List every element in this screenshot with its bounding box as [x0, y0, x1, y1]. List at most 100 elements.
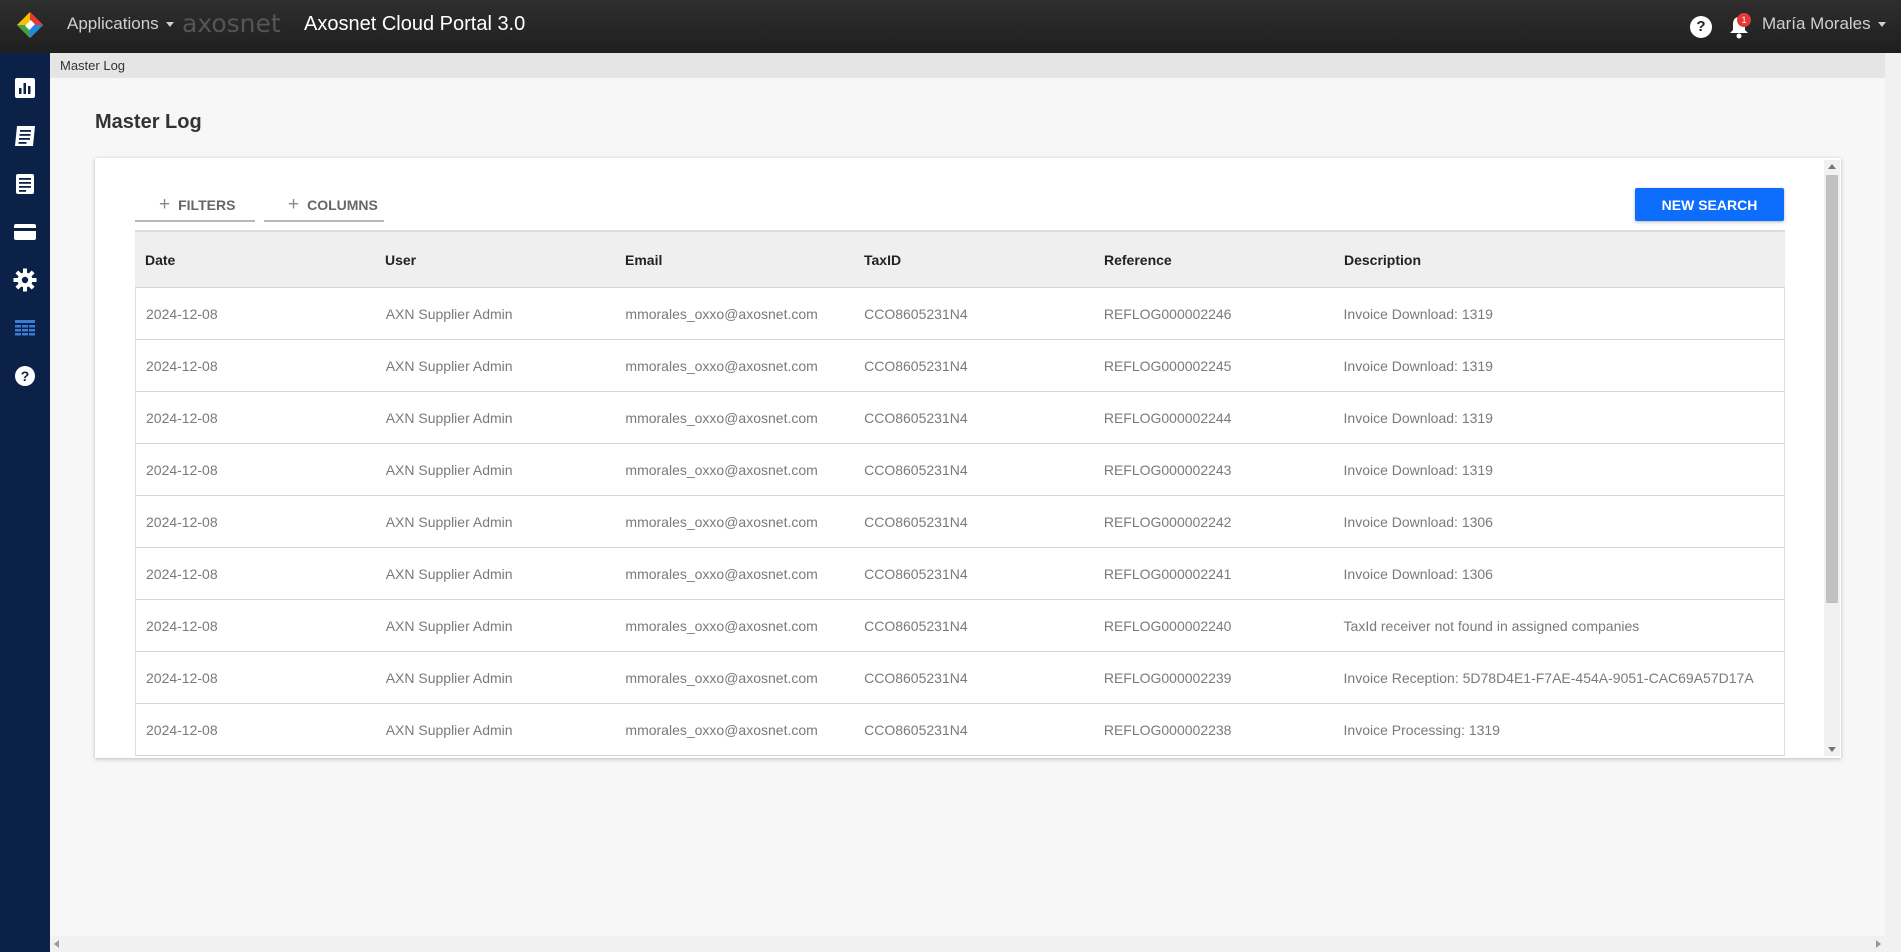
sidebar-item-invoices[interactable]: [12, 123, 38, 149]
sidebar-item-dashboard[interactable]: [12, 75, 38, 101]
table-body: 2024-12-08 AXN Supplier Admin mmorales_oxx…: [135, 288, 1785, 756]
sidebar-item-documents[interactable]: [12, 171, 38, 197]
cell-user: AXN Supplier Admin: [385, 513, 513, 530]
cell-description: Invoice Download: 1306: [1343, 513, 1493, 530]
invoice-list-icon: [15, 126, 35, 146]
column-header-user[interactable]: User: [375, 252, 615, 268]
sidebar-item-help[interactable]: ?: [12, 363, 38, 389]
cell-user: AXN Supplier Admin: [385, 565, 513, 582]
plus-icon: +: [159, 194, 171, 215]
cell-reference: REFLOG000002244: [1103, 409, 1232, 426]
table-row[interactable]: 2024-12-08 AXN Supplier Admin mmorales_oxx…: [135, 392, 1785, 444]
app-logo-icon[interactable]: [16, 11, 44, 39]
filters-toggle[interactable]: + FILTERS: [135, 190, 255, 222]
cell-user: AXN Supplier Admin: [385, 461, 513, 478]
credit-card-icon: [14, 224, 36, 240]
cell-date: 2024-12-08: [146, 565, 218, 582]
document-icon: [16, 174, 34, 194]
cell-email: mmorales_oxxo@axosnet.com: [625, 357, 818, 374]
table-log-icon: [15, 320, 35, 336]
cell-date: 2024-12-08: [146, 357, 218, 374]
cell-date: 2024-12-08: [146, 721, 218, 738]
cell-description: Invoice Download: 1319: [1343, 461, 1493, 478]
cell-date: 2024-12-08: [146, 409, 218, 426]
table-row[interactable]: 2024-12-08 AXN Supplier Admin mmorales_oxx…: [135, 704, 1785, 756]
notification-count-badge: 1: [1737, 13, 1751, 27]
cell-email: mmorales_oxxo@axosnet.com: [625, 409, 818, 426]
cell-user: AXN Supplier Admin: [385, 721, 513, 738]
cell-taxid: CCO8605231N4: [864, 357, 968, 374]
cell-reference: REFLOG000002243: [1103, 461, 1232, 478]
help-icon[interactable]: ?: [1690, 16, 1712, 38]
cell-date: 2024-12-08: [146, 461, 218, 478]
scroll-right-arrow-icon[interactable]: [1876, 940, 1881, 948]
cell-description: Invoice Download: 1319: [1343, 357, 1493, 374]
sidebar-item-master-log[interactable]: [12, 315, 38, 341]
user-menu[interactable]: María Morales: [1762, 14, 1886, 34]
column-header-email[interactable]: Email: [615, 252, 854, 268]
cell-description: TaxId receiver not found in assigned com…: [1343, 617, 1640, 634]
table-row[interactable]: 2024-12-08 AXN Supplier Admin mmorales_oxx…: [135, 548, 1785, 600]
cell-email: mmorales_oxxo@axosnet.com: [625, 669, 818, 686]
cell-description: Invoice Download: 1306: [1343, 565, 1493, 582]
cell-reference: REFLOG000002240: [1103, 617, 1232, 634]
cell-date: 2024-12-08: [146, 513, 218, 530]
cell-taxid: CCO8605231N4: [864, 721, 968, 738]
top-navbar: Applications axosnet Axosnet Cloud Porta…: [0, 0, 1901, 53]
column-header-taxid[interactable]: TaxID: [854, 252, 1094, 268]
scrollbar-thumb[interactable]: [1826, 175, 1838, 603]
columns-toggle[interactable]: + COLUMNS: [264, 190, 384, 222]
cell-user: AXN Supplier Admin: [385, 409, 513, 426]
cell-description: Invoice Reception: 5D78D4E1-F7AE-454A-90…: [1343, 669, 1754, 686]
svg-text:?: ?: [21, 368, 30, 384]
table-row[interactable]: 2024-12-08 AXN Supplier Admin mmorales_oxx…: [135, 600, 1785, 652]
column-header-description[interactable]: Description: [1334, 252, 1785, 268]
table-header: Date User Email TaxID Reference Descript…: [135, 230, 1785, 288]
chevron-down-icon: [165, 21, 174, 27]
breadcrumb-bar: Master Log: [50, 53, 1885, 78]
cell-description: Invoice Processing: 1319: [1343, 721, 1500, 738]
table-scrollbar[interactable]: [1824, 160, 1840, 756]
scroll-up-arrow-icon[interactable]: [1828, 164, 1836, 169]
cell-taxid: CCO8605231N4: [864, 409, 968, 426]
scroll-left-arrow-icon[interactable]: [54, 940, 59, 948]
cell-taxid: CCO8605231N4: [864, 305, 968, 322]
cell-taxid: CCO8605231N4: [864, 565, 968, 582]
scroll-down-arrow-icon[interactable]: [1828, 747, 1836, 752]
bar-chart-icon: [15, 78, 35, 98]
table-row[interactable]: 2024-12-08 AXN Supplier Admin mmorales_oxx…: [135, 288, 1785, 340]
cell-date: 2024-12-08: [146, 617, 218, 634]
master-log-table: Date User Email TaxID Reference Descript…: [135, 230, 1785, 756]
cell-description: Invoice Download: 1319: [1343, 409, 1493, 426]
cell-email: mmorales_oxxo@axosnet.com: [625, 721, 818, 738]
cell-reference: REFLOG000002245: [1103, 357, 1232, 374]
cell-reference: REFLOG000002246: [1103, 305, 1232, 322]
new-search-button[interactable]: NEW SEARCH: [1635, 188, 1784, 221]
page-title: Master Log: [95, 111, 202, 133]
portal-title: Axosnet Cloud Portal 3.0: [304, 13, 526, 35]
column-header-date[interactable]: Date: [135, 252, 375, 268]
cell-user: AXN Supplier Admin: [385, 617, 513, 634]
table-row[interactable]: 2024-12-08 AXN Supplier Admin mmorales_oxx…: [135, 340, 1785, 392]
applications-label: Applications: [67, 14, 159, 33]
sidebar-item-settings[interactable]: [12, 267, 38, 293]
applications-menu[interactable]: Applications: [67, 14, 174, 34]
page-horizontal-scrollbar[interactable]: [50, 936, 1885, 952]
cell-reference: REFLOG000002238: [1103, 721, 1232, 738]
cell-taxid: CCO8605231N4: [864, 669, 968, 686]
cell-reference: REFLOG000002241: [1103, 565, 1232, 582]
breadcrumb: Master Log: [60, 58, 126, 73]
page-vertical-scrollbar[interactable]: [1885, 53, 1901, 952]
columns-label: COLUMNS: [307, 197, 378, 213]
table-row[interactable]: 2024-12-08 AXN Supplier Admin mmorales_oxx…: [135, 444, 1785, 496]
table-row[interactable]: 2024-12-08 AXN Supplier Admin mmorales_oxx…: [135, 652, 1785, 704]
help-circle-icon: ?: [15, 366, 35, 386]
cell-email: mmorales_oxxo@axosnet.com: [625, 513, 818, 530]
cell-user: AXN Supplier Admin: [385, 669, 513, 686]
cell-taxid: CCO8605231N4: [864, 461, 968, 478]
sidebar-item-payments[interactable]: [12, 219, 38, 245]
column-header-reference[interactable]: Reference: [1094, 252, 1334, 268]
table-row[interactable]: 2024-12-08 AXN Supplier Admin mmorales_oxx…: [135, 496, 1785, 548]
cell-reference: REFLOG000002242: [1103, 513, 1232, 530]
cell-email: mmorales_oxxo@axosnet.com: [625, 305, 818, 322]
